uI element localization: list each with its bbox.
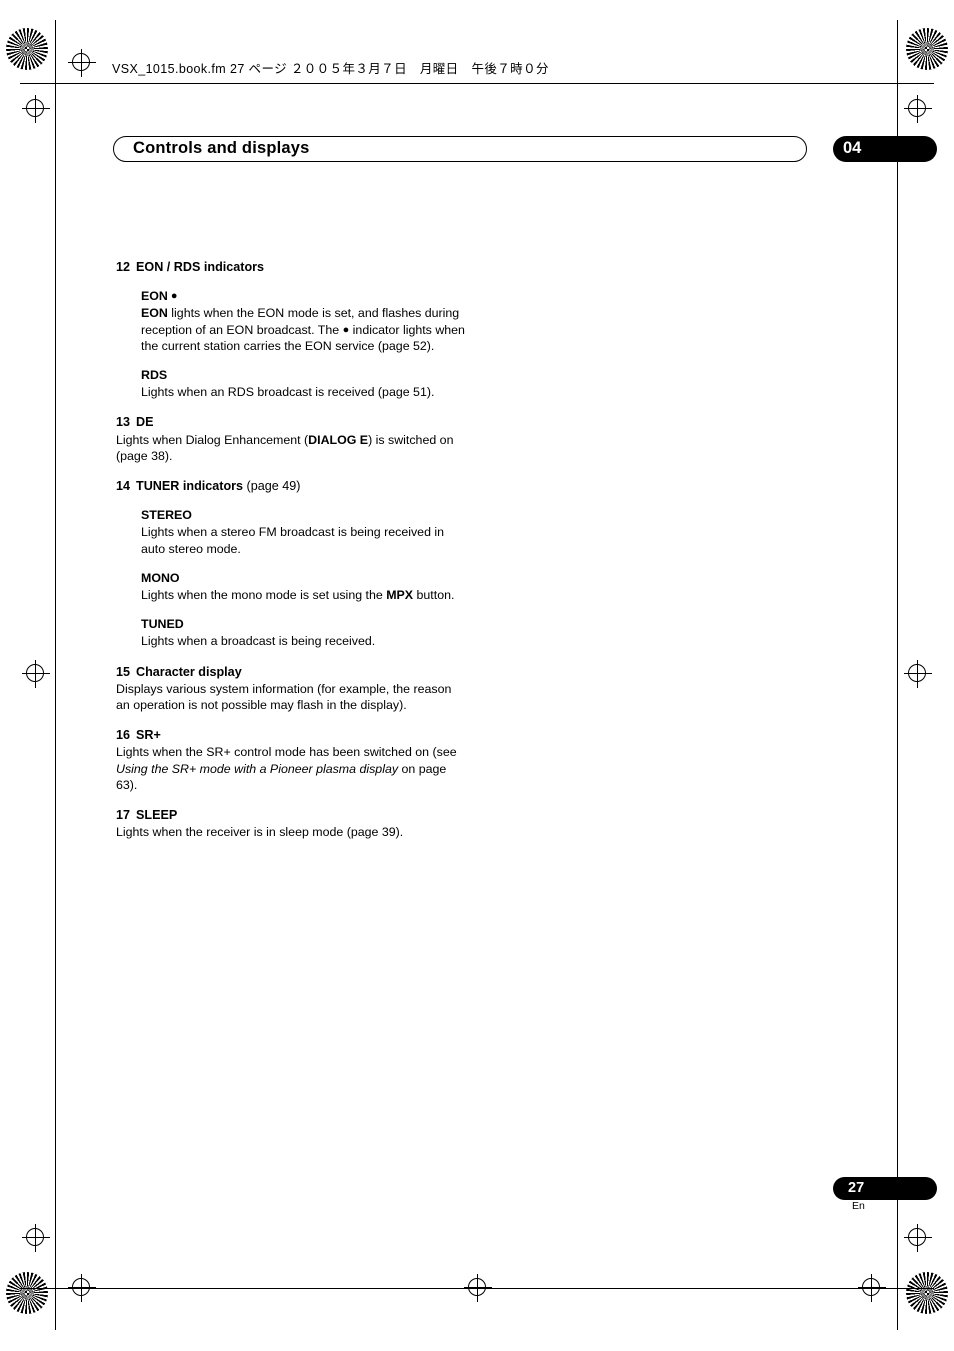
subitem-label: EON — [141, 289, 168, 304]
subitem-label: STEREO — [141, 508, 192, 523]
registration-mark-right-mid — [904, 660, 932, 688]
section-number: 14 — [116, 479, 131, 494]
section-body: Lights when the SR+ control mode has bee… — [116, 744, 466, 793]
text-run: button. — [413, 588, 455, 603]
subitem-heading: TUNED — [141, 616, 466, 632]
chapter-number: 04 — [843, 139, 862, 157]
section-number: 16 — [116, 728, 131, 743]
section-item: 16 SR+ Lights when the SR+ control mode ha… — [116, 727, 466, 793]
crop-mark-right-vertical — [897, 20, 898, 1330]
section-number: 12 — [116, 260, 131, 274]
subitem-group: STEREO Lights when a stereo FM broadcast … — [141, 507, 466, 649]
subitem-body: Lights when the mono mode is set using t… — [141, 587, 466, 603]
section-item: 12 EON / RDS indicators EON ● EON lights wh… — [116, 259, 466, 400]
section-heading: 12 EON / RDS indicators — [116, 259, 466, 275]
page-title: Controls and displays — [133, 139, 310, 157]
text-run: Lights when a broadcast is being receive… — [141, 634, 376, 649]
subitem-heading: EON ● — [141, 288, 466, 304]
subitem-heading: MONO — [141, 570, 466, 586]
eon-dot-icon: ● — [167, 290, 178, 303]
subitem-label: RDS — [141, 368, 168, 383]
corner-burst-top-right — [906, 28, 948, 70]
section-body: Lights when the receiver is in sleep mod… — [116, 824, 466, 840]
registration-mark-top-left — [68, 49, 96, 77]
registration-mark-bottom-left — [68, 1274, 96, 1302]
section-item: 17 SLEEP Lights when the receiver is in sl… — [116, 807, 466, 840]
file-header-line: VSX_1015.book.fm 27 ページ ２００５年３月７日 月曜日 午後… — [112, 62, 549, 76]
text-run: DIALOG E — [308, 432, 369, 447]
section-title: DE — [136, 415, 154, 430]
section-number: 17 — [116, 808, 131, 823]
text-run: Using the SR+ mode with a Pioneer plasma… — [116, 761, 399, 776]
text-run: Lights when a stereo FM broadcast is bei… — [141, 525, 445, 556]
subitem-heading: STEREO — [141, 507, 466, 523]
registration-mark-bottom-right — [858, 1274, 886, 1302]
page-number: 27 — [848, 1180, 865, 1196]
section-title: SLEEP — [136, 808, 178, 823]
text-run: Lights when the SR+ control mode has bee… — [116, 745, 457, 760]
corner-burst-bottom-right — [906, 1272, 948, 1314]
section-item: 13 DE Lights when Dialog Enhancement (DIAL… — [116, 414, 466, 464]
registration-mark-left-mid — [22, 660, 50, 688]
subitem-label: MONO — [141, 570, 180, 585]
subitem-label: TUNED — [141, 617, 184, 632]
crop-mark-left-vertical — [55, 20, 56, 1330]
subitem-group: EON ● EON lights when the EON mode is set… — [141, 288, 466, 400]
section-number: 15 — [116, 664, 131, 679]
subitem-body: Lights when a broadcast is being receive… — [141, 633, 466, 649]
section-item: 14 TUNER indicators (page 49) STEREO Lights… — [116, 478, 466, 650]
subitem-body: Lights when an RDS broadcast is received… — [141, 384, 466, 400]
subitem-heading: RDS — [141, 367, 466, 383]
text-run: Lights when the mono mode is set using t… — [141, 588, 387, 603]
registration-mark-right-lower — [904, 1224, 932, 1252]
text-run: EON — [141, 306, 168, 321]
section-heading: 16 SR+ — [116, 727, 466, 743]
section-body: Displays various system information (for… — [116, 681, 466, 713]
text-run: Lights when the receiver is in sleep mod… — [116, 825, 404, 840]
registration-mark-bottom-center — [464, 1274, 492, 1302]
section-heading: 14 TUNER indicators (page 49) — [116, 478, 466, 494]
language-code: En — [852, 1200, 865, 1212]
section-heading: 15 Character display — [116, 664, 466, 680]
crop-mark-top-horizontal — [20, 83, 934, 84]
content-column: 12 EON / RDS indicators EON ● EON lights wh… — [116, 245, 466, 840]
section-title: TUNER indicators — [136, 479, 244, 494]
registration-mark-left-upper — [22, 95, 50, 123]
text-run: MPX — [386, 588, 414, 603]
registration-mark-left-lower — [22, 1224, 50, 1252]
section-title-reference: (page 49) — [243, 479, 301, 494]
registration-mark-right-upper — [904, 95, 932, 123]
corner-burst-top-left — [6, 28, 48, 70]
section-body: Lights when Dialog Enhancement (DIALOG E… — [116, 432, 466, 464]
section-heading: 17 SLEEP — [116, 807, 466, 823]
section-title: EON / RDS indicators — [136, 260, 265, 274]
subitem-body: EON lights when the EON mode is set, and… — [141, 305, 466, 354]
text-run: Lights when an RDS broadcast is received… — [141, 385, 435, 400]
section-item: 15 Character display Displays various syst… — [116, 664, 466, 714]
section-number: 13 — [116, 415, 131, 430]
corner-burst-bottom-left — [6, 1272, 48, 1314]
text-run: Displays various system information (for… — [116, 681, 452, 713]
text-run: Lights when Dialog Enhancement ( — [116, 432, 309, 447]
section-title: SR+ — [136, 728, 161, 743]
section-heading: 13 DE — [116, 414, 466, 430]
subitem-body: Lights when a stereo FM broadcast is bei… — [141, 524, 466, 556]
section-title: Character display — [136, 664, 242, 679]
crop-mark-bottom-horizontal — [20, 1288, 934, 1289]
